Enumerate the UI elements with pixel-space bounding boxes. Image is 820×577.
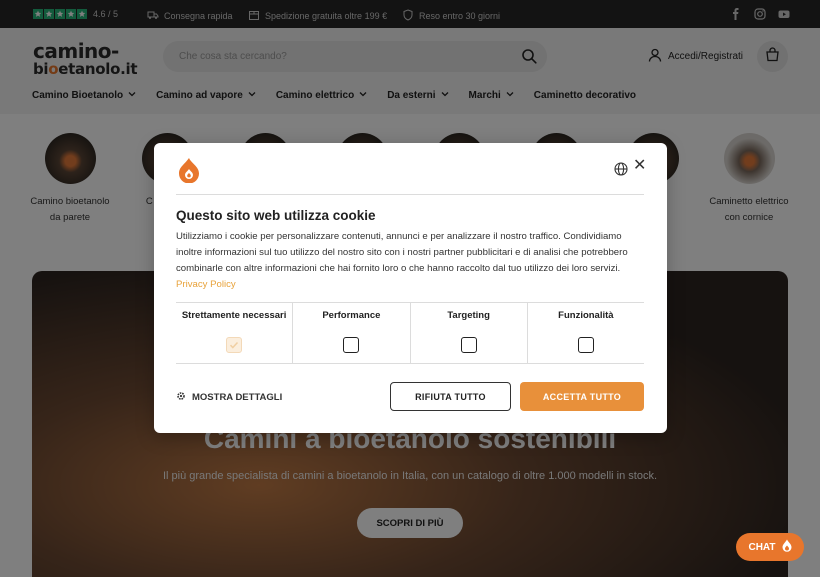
consent-targeting: Targeting	[411, 303, 528, 363]
cookie-consent-modal: ✕ Questo sito web utilizza cookie Utiliz…	[154, 143, 667, 433]
consent-performance: Performance	[293, 303, 411, 363]
consent-label: Performance	[322, 310, 381, 321]
modal-body: Utilizziamo i cookie per personalizzare …	[176, 229, 646, 293]
consent-label: Strettamente necessari	[181, 310, 287, 321]
flame-icon	[782, 539, 792, 555]
consent-checkbox-performance[interactable]	[343, 337, 360, 353]
consent-checkbox-necessary[interactable]	[226, 337, 243, 353]
consent-necessary: Strettamente necessari	[176, 303, 294, 363]
reject-all-button[interactable]: RIFIUTA TUTTO	[390, 382, 511, 411]
modal-body-text: Utilizziamo i cookie per personalizzare …	[176, 231, 628, 274]
consent-label: Targeting	[447, 310, 490, 321]
consent-functionality: Funzionalità	[528, 303, 644, 363]
privacy-policy-link[interactable]: Privacy Policy	[176, 279, 236, 290]
chat-label: CHAT	[748, 541, 776, 553]
close-icon[interactable]: ✕	[633, 158, 646, 174]
divider	[176, 194, 644, 195]
language-globe-icon[interactable]	[614, 162, 628, 176]
consent-label: Funzionalità	[558, 310, 614, 321]
modal-title: Questo sito web utilizza cookie	[176, 208, 376, 223]
consent-checkbox-targeting[interactable]	[460, 337, 477, 353]
gear-icon	[176, 391, 186, 404]
consent-options: Strettamente necessari Performance Targe…	[176, 302, 644, 364]
flame-logo-icon	[178, 157, 200, 184]
chat-button[interactable]: CHAT	[736, 533, 804, 561]
accept-all-button[interactable]: ACCETTA TUTTO	[520, 382, 644, 411]
show-details-label: MOSTRA DETTAGLI	[192, 392, 283, 403]
show-details-button[interactable]: MOSTRA DETTAGLI	[176, 391, 282, 404]
consent-checkbox-functionality[interactable]	[577, 337, 594, 353]
